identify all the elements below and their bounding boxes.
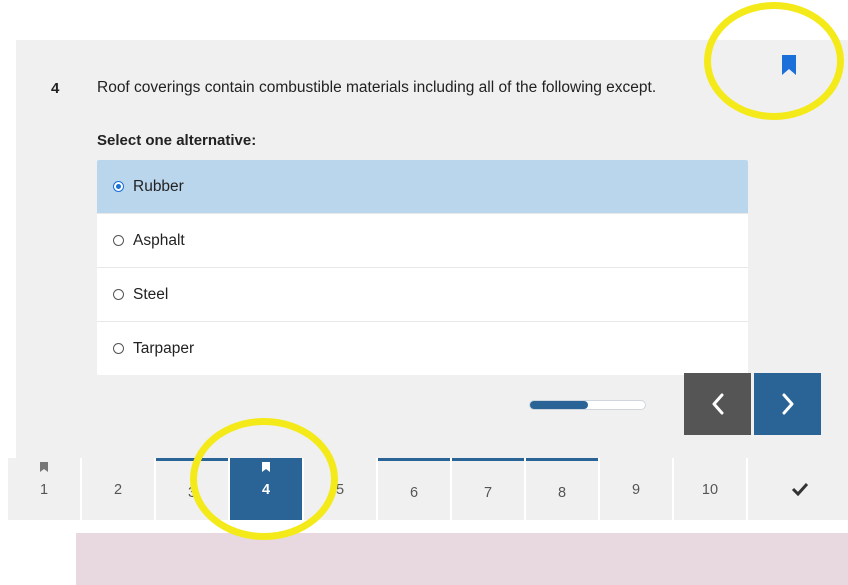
checkmark-icon — [791, 482, 809, 496]
tab-question-9[interactable]: 9 — [600, 458, 672, 520]
tab-label: 2 — [113, 482, 123, 498]
option-rubber[interactable]: Rubber — [97, 160, 748, 214]
option-asphalt[interactable]: Asphalt — [97, 214, 748, 268]
tab-label: 8 — [557, 485, 567, 501]
tab-label: 7 — [483, 485, 493, 501]
option-label: Asphalt — [133, 231, 185, 249]
previous-button[interactable] — [684, 373, 751, 435]
radio-button[interactable] — [113, 235, 124, 246]
progress-bar — [529, 400, 646, 410]
footer-bar — [76, 533, 848, 585]
question-number: 4 — [51, 80, 60, 97]
chevron-left-icon — [712, 393, 723, 415]
tab-question-1[interactable]: 1 — [8, 458, 80, 520]
tab-label: 9 — [631, 482, 641, 498]
option-label: Rubber — [133, 177, 184, 195]
question-instruction: Select one alternative: — [97, 132, 257, 149]
tab-question-2[interactable]: 2 — [82, 458, 154, 520]
option-steel[interactable]: Steel — [97, 268, 748, 322]
answer-options: Rubber Asphalt Steel Tarpaper — [97, 160, 748, 375]
option-tarpaper[interactable]: Tarpaper — [97, 322, 748, 375]
bookmark-icon[interactable] — [782, 55, 796, 75]
tab-label: 10 — [701, 482, 719, 498]
tab-label: 3 — [187, 485, 197, 501]
tab-question-8[interactable]: 8 — [526, 458, 598, 520]
tab-question-4[interactable]: 4 — [230, 458, 302, 520]
progress-fill — [530, 401, 588, 409]
bookmark-icon — [262, 462, 270, 472]
tab-question-6[interactable]: 6 — [378, 458, 450, 520]
radio-button[interactable] — [113, 343, 124, 354]
tab-label: 4 — [261, 482, 271, 498]
tab-question-5[interactable]: 5 — [304, 458, 376, 520]
tab-question-3[interactable]: 3 — [156, 458, 228, 520]
tab-label: 6 — [409, 485, 419, 501]
question-tab-bar: 10 9 8 7 6 5 4 3 2 1 — [0, 458, 848, 520]
tab-label: 5 — [335, 482, 345, 498]
next-button[interactable] — [754, 373, 821, 435]
radio-button[interactable] — [113, 181, 124, 192]
tab-question-10[interactable]: 10 — [674, 458, 746, 520]
question-text: Roof coverings contain combustible mater… — [97, 79, 657, 96]
finish-button[interactable] — [748, 458, 848, 520]
tab-question-7[interactable]: 7 — [452, 458, 524, 520]
chevron-right-icon — [782, 393, 793, 415]
option-label: Steel — [133, 285, 169, 303]
bookmark-icon — [40, 462, 48, 472]
radio-button[interactable] — [113, 289, 124, 300]
tab-label: 1 — [39, 482, 49, 498]
option-label: Tarpaper — [133, 339, 195, 357]
